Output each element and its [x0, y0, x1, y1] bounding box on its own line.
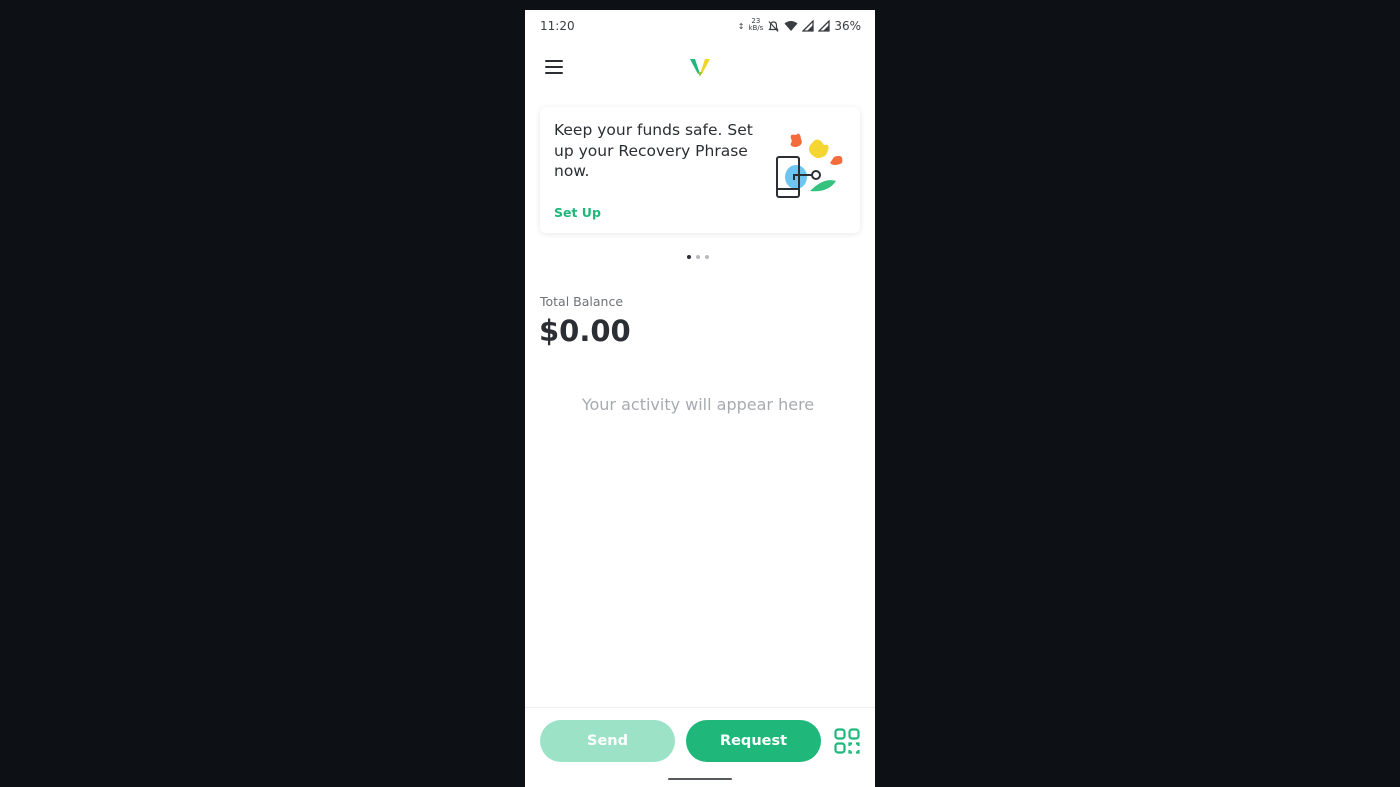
carousel-dot[interactable] [705, 255, 709, 259]
activity-empty-state: Your activity will appear here [581, 395, 815, 414]
status-bar: 11:20 ↕ 23 kB/s 36% [525, 10, 875, 42]
recovery-phrase-illustration [776, 133, 843, 198]
status-icons: ↕ 23 kB/s 36% [737, 17, 861, 34]
network-speed: 23 kB/s [748, 17, 764, 32]
hamburger-menu-icon[interactable] [543, 56, 565, 78]
status-time: 11:20 [540, 19, 575, 33]
phone-screen: 11:20 ↕ 23 kB/s 36% Keep your funds safe… [525, 10, 875, 787]
signal-icon-2 [818, 20, 830, 32]
wifi-icon [784, 21, 798, 31]
signal-icon [802, 20, 814, 32]
total-balance-value: $0.00 [539, 314, 631, 348]
home-indicator[interactable] [668, 778, 732, 780]
request-button[interactable]: Request [686, 720, 821, 762]
qr-scan-icon[interactable] [834, 728, 860, 754]
battery-level: 36% [834, 19, 861, 33]
send-button[interactable]: Send [540, 720, 675, 762]
recovery-phrase-card: Keep your funds safe. Set up your Recove… [540, 107, 860, 233]
top-app-bar [525, 44, 875, 90]
bell-off-icon [768, 20, 779, 32]
app-logo-icon [690, 59, 710, 77]
bottom-action-bar: Send Request [525, 707, 875, 787]
carousel-dot[interactable] [696, 255, 700, 259]
carousel-indicator [687, 255, 709, 259]
set-up-link[interactable]: Set Up [554, 205, 601, 220]
card-message: Keep your funds safe. Set up your Recove… [554, 121, 753, 180]
download-arrow-icon: ↕ [737, 21, 745, 31]
total-balance-label: Total Balance [540, 294, 624, 309]
carousel-dot[interactable] [687, 255, 691, 259]
